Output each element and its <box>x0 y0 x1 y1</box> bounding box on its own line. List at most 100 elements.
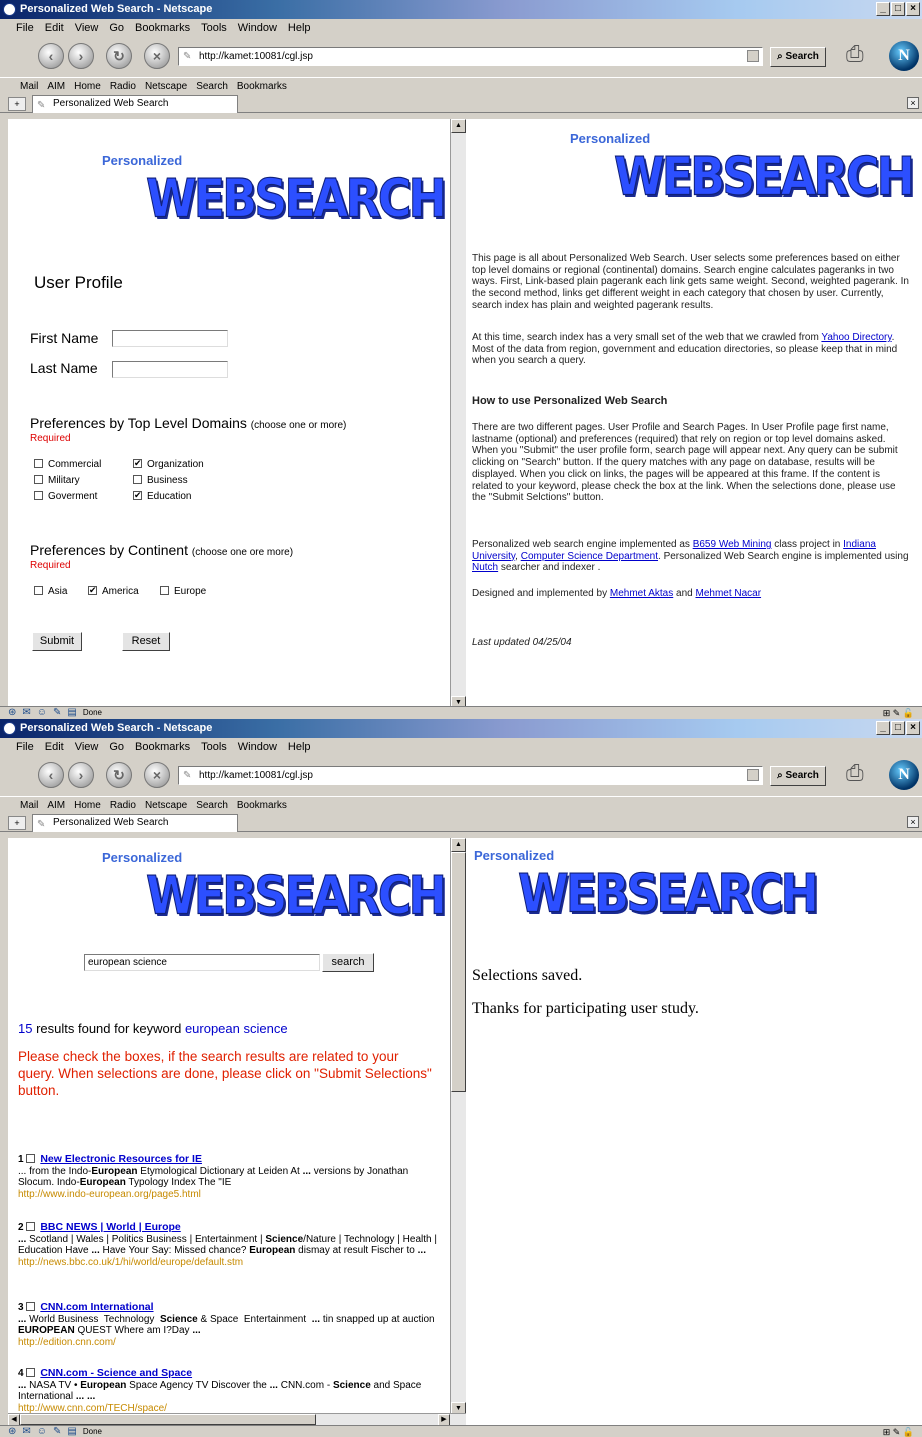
url-field[interactable]: ✎ http://kamet:10081/cgl.jsp <box>178 766 763 785</box>
checkbox-icon[interactable] <box>88 584 97 596</box>
print-icon[interactable]: ⎙ <box>846 762 872 784</box>
address-book-icon[interactable]: ▤ <box>67 1426 76 1437</box>
mail-link[interactable]: Mail <box>20 797 38 813</box>
radio-link[interactable]: Radio <box>110 797 136 813</box>
nutch-link[interactable]: Nutch <box>472 562 498 573</box>
menu-help[interactable]: Help <box>288 19 311 37</box>
reload-button[interactable]: ↻ <box>106 43 132 69</box>
close-button[interactable]: × <box>906 721 920 735</box>
navigator-icon[interactable]: ⊛ <box>8 707 16 718</box>
menu-file[interactable]: File <box>16 19 34 37</box>
menu-edit[interactable]: Edit <box>45 738 64 756</box>
checkbox-military[interactable]: Military <box>34 475 80 486</box>
url-field[interactable]: ✎ http://kamet:10081/cgl.jsp <box>178 47 763 66</box>
checkbox-icon[interactable] <box>133 457 142 469</box>
result-title-link[interactable]: CNN.com - Science and Space <box>40 1367 192 1379</box>
checkbox-icon[interactable] <box>160 586 169 595</box>
relevance-checkbox[interactable] <box>26 1302 36 1311</box>
menu-window[interactable]: Window <box>238 19 277 37</box>
tab-personalized-web-search[interactable]: ✎ Personalized Web Search <box>32 95 238 113</box>
bookmarks-link[interactable]: Bookmarks <box>237 78 287 94</box>
checkbox-education[interactable]: Education <box>133 489 191 502</box>
aim-link[interactable]: AIM <box>47 797 65 813</box>
back-button[interactable]: ‹ <box>38 43 64 69</box>
horizontal-scroll-thumb[interactable] <box>20 1414 316 1425</box>
menu-help[interactable]: Help <box>288 738 311 756</box>
menu-edit[interactable]: Edit <box>45 19 64 37</box>
netscape-link[interactable]: Netscape <box>145 797 187 813</box>
search-link[interactable]: Search <box>196 797 228 813</box>
minimize-button[interactable]: _ <box>876 2 890 16</box>
mail-icon[interactable]: ✉ <box>22 1426 30 1437</box>
forward-button[interactable]: › <box>68 43 94 69</box>
reload-button[interactable]: ↻ <box>106 762 132 788</box>
close-button[interactable]: × <box>906 2 920 16</box>
back-button[interactable]: ‹ <box>38 762 64 788</box>
relevance-checkbox[interactable] <box>26 1222 36 1231</box>
checkbox-asia[interactable]: Asia <box>34 586 67 597</box>
search-button[interactable]: ⌕ Search <box>770 47 826 67</box>
close-tab-button[interactable]: × <box>907 97 919 109</box>
menu-bookmarks[interactable]: Bookmarks <box>135 19 190 37</box>
checkbox-icon[interactable] <box>34 491 43 500</box>
composer-icon[interactable]: ✎ <box>53 707 61 718</box>
result-title-link[interactable]: BBC NEWS | World | Europe <box>40 1221 180 1233</box>
maximize-button[interactable]: □ <box>891 2 905 16</box>
menu-file[interactable]: File <box>16 738 34 756</box>
checkbox-icon[interactable] <box>133 489 142 501</box>
scroll-thumb[interactable] <box>451 852 466 1092</box>
composer-icon[interactable]: ✎ <box>53 1426 61 1437</box>
checkbox-business[interactable]: Business <box>133 475 188 486</box>
b659-link[interactable]: B659 Web Mining <box>693 539 772 550</box>
aim-link[interactable]: AIM <box>47 78 65 94</box>
search-query-input[interactable]: european science <box>84 954 320 971</box>
scroll-up-arrow[interactable]: ▲ <box>451 838 466 852</box>
home-link[interactable]: Home <box>74 78 101 94</box>
forward-button[interactable]: › <box>68 762 94 788</box>
last-name-field[interactable] <box>112 361 228 378</box>
checkbox-organization[interactable]: Organization <box>133 457 204 470</box>
checkbox-icon[interactable] <box>133 475 142 484</box>
navigator-icon[interactable]: ⊛ <box>8 1426 16 1437</box>
mail-icon[interactable]: ✉ <box>22 707 30 718</box>
menu-window[interactable]: Window <box>238 738 277 756</box>
menu-tools[interactable]: Tools <box>201 19 227 37</box>
left-frame-scrollbar[interactable]: ▲ ▼ <box>450 838 466 1416</box>
bookmarks-link[interactable]: Bookmarks <box>237 797 287 813</box>
checkbox-icon[interactable] <box>34 475 43 484</box>
relevance-checkbox[interactable] <box>26 1154 36 1163</box>
horizontal-scrollbar[interactable]: ◀ ▶ <box>8 1413 466 1426</box>
search-button[interactable]: ⌕ Search <box>770 766 826 786</box>
result-title-link[interactable]: CNN.com International <box>40 1301 153 1313</box>
aim-icon[interactable]: ☺ <box>37 707 47 718</box>
submit-button[interactable]: Submit <box>32 632 82 651</box>
checkbox-commercial[interactable]: Commercial <box>34 459 101 470</box>
home-link[interactable]: Home <box>74 797 101 813</box>
menu-view[interactable]: View <box>75 738 99 756</box>
mehmet-nacar-link[interactable]: Mehmet Nacar <box>695 588 761 599</box>
minimize-button[interactable]: _ <box>876 721 890 735</box>
netscape-logo[interactable]: N <box>889 760 919 790</box>
new-tab-button[interactable]: + <box>8 97 26 111</box>
checkbox-goverment[interactable]: Goverment <box>34 491 97 502</box>
menu-go[interactable]: Go <box>109 738 124 756</box>
netscape-logo[interactable]: N <box>889 41 919 71</box>
url-dropdown[interactable] <box>747 769 759 781</box>
first-name-field[interactable] <box>112 330 228 347</box>
checkbox-icon[interactable] <box>34 459 43 468</box>
print-icon[interactable]: ⎙ <box>846 43 872 65</box>
radio-link[interactable]: Radio <box>110 78 136 94</box>
stop-button[interactable]: × <box>144 43 170 69</box>
reset-button[interactable]: Reset <box>122 632 170 651</box>
search-link[interactable]: Search <box>196 78 228 94</box>
menu-go[interactable]: Go <box>109 19 124 37</box>
relevance-checkbox[interactable] <box>26 1368 36 1377</box>
stop-button[interactable]: × <box>144 762 170 788</box>
aim-icon[interactable]: ☺ <box>37 1426 47 1437</box>
left-frame-scrollbar[interactable]: ▲ ▼ <box>450 119 466 710</box>
scroll-up-arrow[interactable]: ▲ <box>451 119 466 133</box>
maximize-button[interactable]: □ <box>891 721 905 735</box>
mail-link[interactable]: Mail <box>20 78 38 94</box>
menu-view[interactable]: View <box>75 19 99 37</box>
search-submit-button[interactable]: search <box>322 953 374 972</box>
